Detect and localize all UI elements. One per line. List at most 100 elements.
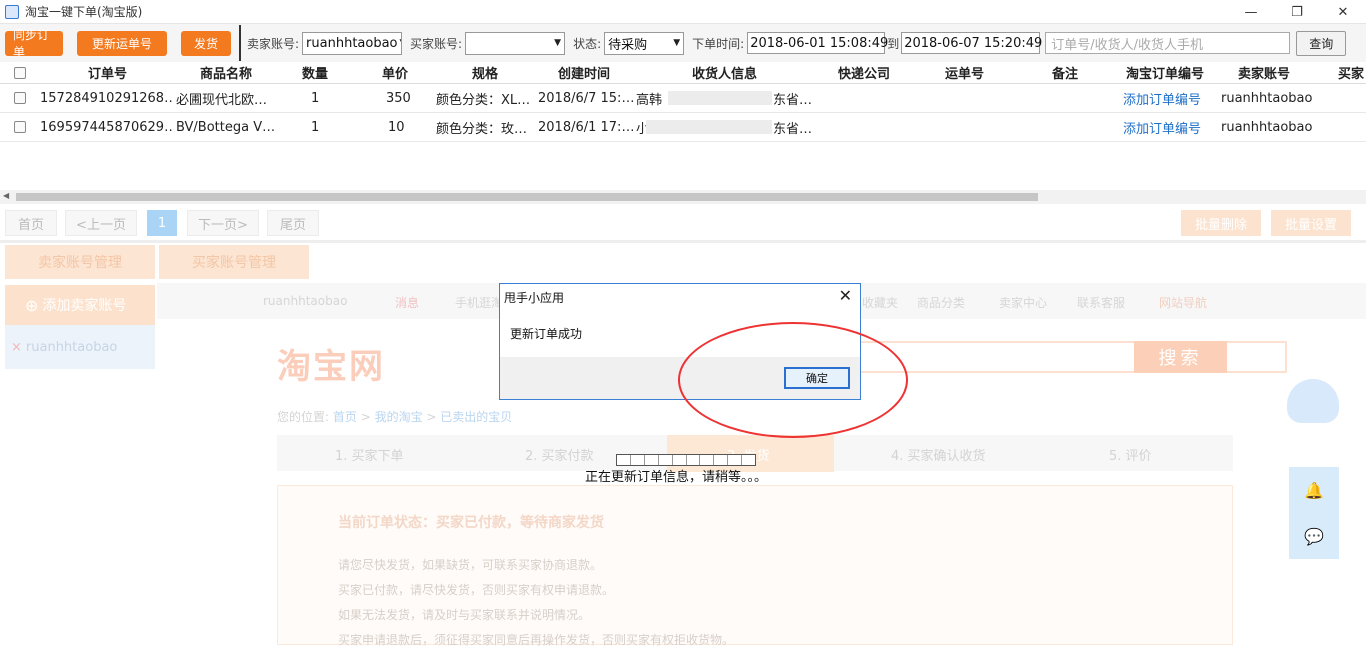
batch-delete-button[interactable]: 批量删除 <box>1181 210 1261 236</box>
nav-user[interactable]: ruanhhtaobao <box>263 294 347 308</box>
seller-account-select[interactable]: ruanhhtaobao ▼ <box>302 31 403 55</box>
spec: 颜色分类：玫… <box>436 121 528 137</box>
status-item: 买家已付款，请尽快发货，否则买家有权申请退款。 <box>338 583 615 597</box>
close-window-button[interactable]: ✕ <box>1320 0 1366 24</box>
nav-seller-center[interactable]: 卖家中心 <box>999 294 1047 311</box>
status-item: 请您尽快发货，如果缺货，可联系买家协商退款。 <box>338 558 603 572</box>
tab-buyer-accounts[interactable]: 买家账号管理 <box>159 245 309 279</box>
step-2: 2. 买家付款 <box>525 449 594 464</box>
nav-messages[interactable]: 消息 <box>395 294 419 311</box>
table-row[interactable]: 169597445870629… BV/Bottega V… 1 10 颜色分类… <box>0 113 1366 142</box>
order-status-title: 当前订单状态：买家已付款，等待商家发货 <box>338 515 604 531</box>
status-select[interactable]: 待采购 ▼ <box>604 31 685 55</box>
nav-categories[interactable]: 商品分类 <box>917 294 965 311</box>
ship-button[interactable]: 发货 <box>181 30 231 56</box>
next-page-button[interactable]: 下一页> <box>187 210 259 236</box>
status-item: 如果无法发货，请及时与买家联系并说明情况。 <box>338 608 591 622</box>
col-taobao-no[interactable]: 淘宝订单编号 <box>1126 62 1204 83</box>
bell-icon[interactable]: 🔔 <box>1289 467 1339 513</box>
col-price[interactable]: 单价 <box>382 62 408 83</box>
window-title: 淘宝一键下单(淘宝版) <box>25 5 143 19</box>
col-seller[interactable]: 卖家账号 <box>1238 62 1290 83</box>
breadcrumb-my-taobao[interactable]: 我的淘宝 <box>375 410 423 424</box>
breadcrumb-home[interactable]: 首页 <box>333 410 357 424</box>
prev-page-button[interactable]: <上一页 <box>65 210 137 236</box>
col-order-no[interactable]: 订单号 <box>88 62 127 83</box>
receiver-address: 东省… <box>773 92 813 108</box>
col-qty[interactable]: 数量 <box>302 62 328 83</box>
chat-icon[interactable]: 💬 <box>1289 513 1339 559</box>
update-tracking-button[interactable]: 更新运单号 <box>77 30 167 56</box>
row-checkbox[interactable] <box>14 84 26 112</box>
scroll-left-icon[interactable]: ◀ <box>3 191 9 200</box>
breadcrumb-prefix: 您的位置: <box>277 410 330 424</box>
query-button[interactable]: 查询 <box>1296 30 1347 56</box>
col-product[interactable]: 商品名称 <box>200 62 252 83</box>
nav-favorites[interactable]: 收藏夹 <box>862 294 898 311</box>
col-spec[interactable]: 规格 <box>472 62 498 83</box>
horizontal-scrollbar[interactable]: ◀ <box>0 190 1366 204</box>
created-time: 2018/6/1 17:… <box>538 119 635 135</box>
remove-icon[interactable]: × <box>11 340 22 355</box>
receiver-redacted <box>646 113 772 141</box>
sidebar-item-account[interactable]: × ruanhhtaobao <box>5 325 155 369</box>
row-checkbox[interactable] <box>14 113 26 141</box>
maximize-button[interactable]: ❐ <box>1274 0 1320 24</box>
add-seller-account-label: 添加卖家账号 <box>42 298 127 314</box>
quantity: 1 <box>311 90 320 106</box>
tab-seller-accounts[interactable]: 卖家账号管理 <box>5 245 155 279</box>
order-no: 169597445870629… <box>40 119 174 135</box>
created-time: 2018/6/7 15:… <box>538 90 635 106</box>
minimize-button[interactable]: — <box>1228 0 1274 24</box>
order-no: 157284910291268… <box>40 90 174 106</box>
dialog-close-icon[interactable]: ✕ <box>839 286 852 305</box>
last-page-button[interactable]: 尾页 <box>267 210 319 236</box>
batch-settings-button[interactable]: 批量设置 <box>1271 210 1351 236</box>
nav-sitemap[interactable]: 网站导航 <box>1159 294 1207 311</box>
table-header: 订单号 商品名称 数量 单价 规格 创建时间 收货人信息 快递公司 运单号 备注… <box>0 62 1366 84</box>
seller-account: ruanhhtaobao <box>1221 119 1313 135</box>
title-bar: 淘宝一键下单(淘宝版) — ❐ ✕ <box>0 0 1366 24</box>
col-buyer[interactable]: 买家 <box>1338 62 1364 83</box>
seller-account: ruanhhtaobao <box>1221 90 1313 106</box>
order-status-box: 当前订单状态：买家已付款，等待商家发货 请您尽快发货，如果缺货，可联系买家协商退… <box>277 485 1233 647</box>
col-note[interactable]: 备注 <box>1052 62 1078 83</box>
toolbar-divider <box>239 25 241 61</box>
date-to-input[interactable]: 2018-06-07 15:20:49 <box>901 32 1042 54</box>
col-created[interactable]: 创建时间 <box>558 62 610 83</box>
receiver-redacted <box>668 84 772 112</box>
col-receiver[interactable]: 收货人信息 <box>692 62 757 83</box>
select-all-checkbox[interactable] <box>14 62 26 83</box>
toolbar: 同步订单 更新运单号 发货 卖家账号: ruanhhtaobao ▼ 买家账号:… <box>0 24 1366 62</box>
buyer-account-select[interactable]: ▼ <box>465 31 566 55</box>
step-4: 4. 买家确认收货 <box>891 449 986 464</box>
current-page-button[interactable]: 1 <box>147 210 177 236</box>
taobao-logo[interactable]: 淘宝网 <box>277 339 385 388</box>
breadcrumb: 您的位置: 首页 > 我的淘宝 > 已卖出的宝贝 <box>277 410 513 424</box>
step-5: 5. 评价 <box>1109 449 1152 464</box>
status-label: 状态: <box>573 36 602 51</box>
unit-price: 350 <box>386 90 411 106</box>
date-from-input[interactable]: 2018-06-01 15:08:49 <box>747 32 888 54</box>
add-order-no-link[interactable]: 添加订单编号 <box>1123 113 1201 141</box>
first-page-button[interactable]: 首页 <box>5 210 57 236</box>
col-express[interactable]: 快递公司 <box>838 62 890 83</box>
breadcrumb-sold[interactable]: 已卖出的宝贝 <box>440 410 512 424</box>
product-name: 必圃现代北欧… <box>176 92 268 108</box>
mascot-icon[interactable] <box>1287 379 1339 423</box>
table-row[interactable]: 157284910291268… 必圃现代北欧… 1 350 颜色分类：XL… … <box>0 84 1366 113</box>
add-seller-account-button[interactable]: ⊕ 添加卖家账号 <box>5 285 155 325</box>
col-tracking[interactable]: 运单号 <box>945 62 984 83</box>
add-order-no-link[interactable]: 添加订单编号 <box>1123 84 1201 112</box>
product-name: BV/Bottega V… <box>176 119 276 135</box>
search-input[interactable]: 订单号/收货人/收货人手机 <box>1045 32 1291 54</box>
progress-text: 正在更新订单信息，请稍等。。。 <box>585 470 768 485</box>
order-time-label: 下单时间: <box>692 36 745 51</box>
nav-support[interactable]: 联系客服 <box>1077 294 1125 311</box>
unit-price: 10 <box>388 119 405 135</box>
account-name: ruanhhtaobao <box>25 339 118 355</box>
seller-account-value: ruanhhtaobao <box>306 35 398 51</box>
scrollbar-thumb[interactable] <box>16 193 1038 201</box>
sync-orders-button[interactable]: 同步订单 <box>5 28 63 59</box>
taobao-search-button[interactable]: 搜索 <box>1134 341 1227 373</box>
